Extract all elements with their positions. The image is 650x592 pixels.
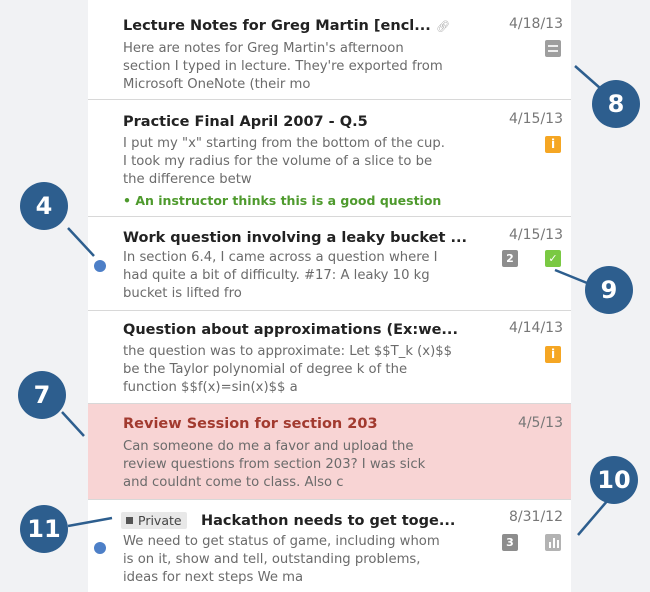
callout-7: 7: [18, 371, 66, 419]
callout-lines: [61, 65, 609, 536]
callout-10: 10: [590, 456, 638, 504]
callout-11: 11: [20, 505, 68, 553]
callout-8: 8: [592, 80, 640, 128]
callout-4: 4: [20, 182, 68, 230]
callout-9: 9: [585, 266, 633, 314]
